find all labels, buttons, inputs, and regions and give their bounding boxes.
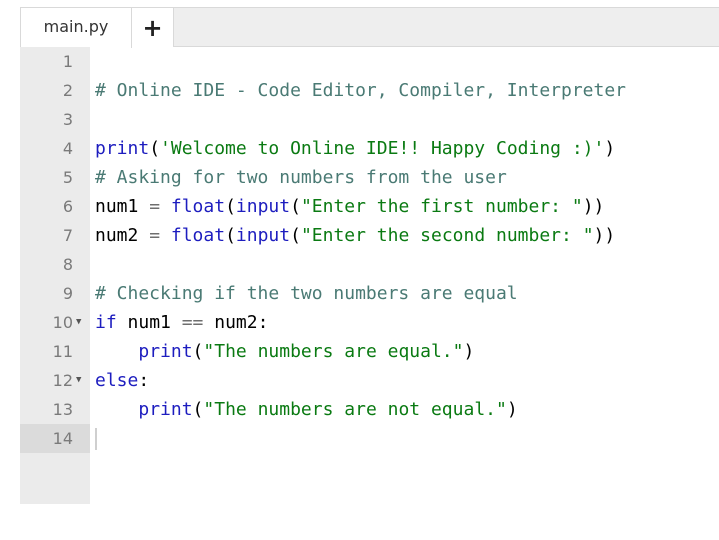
- line-number: 13: [52, 400, 73, 419]
- operator-token: =: [138, 225, 171, 246]
- plus-icon: +: [142, 13, 163, 42]
- string-token: "The numbers are not equal.": [203, 399, 507, 420]
- line-number: 3: [62, 110, 73, 129]
- function-token: print: [138, 341, 193, 362]
- code-line: 5 # Asking for two numbers from the user: [20, 163, 719, 192]
- function-token: print: [95, 138, 150, 159]
- paren-token: ): [506, 399, 518, 420]
- line-number: 9: [62, 284, 73, 303]
- function-token: input: [235, 225, 291, 246]
- line-number: 4: [62, 139, 73, 158]
- string-token: "Enter the first number: ": [300, 196, 583, 217]
- code-text: num1 = float(input("Enter the first numb…: [95, 192, 604, 221]
- comment-token: # Online IDE - Code Editor, Compiler, In…: [95, 80, 627, 101]
- function-token: print: [138, 399, 193, 420]
- code-line: 7 num2 = float(input("Enter the second n…: [20, 221, 719, 250]
- line-number: 1: [62, 52, 73, 71]
- code-text: print("The numbers are not equal."): [95, 395, 518, 424]
- paren-token: )): [582, 196, 605, 217]
- code-text: # Online IDE - Code Editor, Compiler, In…: [95, 76, 626, 105]
- colon-token: :: [138, 370, 150, 391]
- code-line: 1: [20, 47, 719, 76]
- code-line: 13 print("The numbers are not equal."): [20, 395, 719, 424]
- code-text: num2 = float(input("Enter the second num…: [95, 221, 615, 250]
- fold-caret-icon[interactable]: ▼: [76, 308, 88, 337]
- line-number: 7: [62, 226, 73, 245]
- operator-token: ==: [181, 312, 204, 333]
- paren-token: (: [225, 196, 236, 217]
- function-token: input: [235, 196, 291, 217]
- code-line: 3: [20, 105, 719, 134]
- indent-token: [95, 399, 138, 420]
- code-line: 8: [20, 250, 719, 279]
- line-number: 6: [62, 197, 73, 216]
- paren-token: (: [225, 225, 236, 246]
- comment-token: # Asking for two numbers from the user: [95, 167, 507, 188]
- paren-token: (: [290, 196, 301, 217]
- line-number: 5: [62, 168, 73, 187]
- code-text: else:: [95, 366, 149, 395]
- code-line: 4 print('Welcome to Online IDE!! Happy C…: [20, 134, 719, 163]
- code-line: 12 ▼ else:: [20, 366, 719, 395]
- string-token: "The numbers are equal.": [203, 341, 464, 362]
- keyword-token: else: [95, 370, 139, 391]
- indent-token: [95, 341, 138, 362]
- operator-token: =: [138, 196, 171, 217]
- variable-token: num2: [95, 225, 139, 246]
- paren-token: (: [290, 225, 301, 246]
- tab-main-py[interactable]: main.py: [20, 7, 132, 48]
- line-number: 2: [62, 81, 73, 100]
- code-text: print("The numbers are equal."): [95, 337, 474, 366]
- code-text: if num1 == num2:: [95, 308, 268, 337]
- code-line: 10 ▼ if num1 == num2:: [20, 308, 719, 337]
- text-cursor: [95, 428, 97, 450]
- paren-token: ): [604, 138, 616, 159]
- comment-token: # Checking if the two numbers are equal: [95, 283, 518, 304]
- variable-token: num1: [95, 196, 139, 217]
- code-line: 6 num1 = float(input("Enter the first nu…: [20, 192, 719, 221]
- string-token: 'Welcome to Online IDE!! Happy Coding :)…: [160, 138, 605, 159]
- code-line: 2 # Online IDE - Code Editor, Compiler, …: [20, 76, 719, 105]
- fold-caret-icon[interactable]: ▼: [76, 366, 88, 395]
- line-number: 11: [52, 342, 73, 361]
- add-tab-button[interactable]: +: [132, 7, 174, 47]
- variable-token: num1: [116, 312, 182, 333]
- code-text: # Checking if the two numbers are equal: [95, 279, 518, 308]
- code-text: print('Welcome to Online IDE!! Happy Cod…: [95, 134, 615, 163]
- paren-token: ): [463, 341, 475, 362]
- code-line: 11 print("The numbers are equal."): [20, 337, 719, 366]
- tab-bar: main.py +: [20, 7, 719, 48]
- function-token: float: [170, 225, 226, 246]
- line-number: 8: [62, 255, 73, 274]
- keyword-token: if: [95, 312, 117, 333]
- paren-token: )): [593, 225, 616, 246]
- line-number: 14: [20, 424, 90, 453]
- code-line: 9 # Checking if the two numbers are equa…: [20, 279, 719, 308]
- paren-token: (: [192, 399, 204, 420]
- variable-token: num2:: [203, 312, 269, 333]
- string-token: "Enter the second number: ": [300, 225, 594, 246]
- code-editor[interactable]: 1 2 # Online IDE - Code Editor, Compiler…: [20, 47, 719, 504]
- code-line-active[interactable]: 14: [20, 424, 719, 453]
- code-text: # Asking for two numbers from the user: [95, 163, 507, 192]
- function-token: float: [170, 196, 226, 217]
- paren-token: (: [192, 341, 204, 362]
- paren-token: (: [149, 138, 161, 159]
